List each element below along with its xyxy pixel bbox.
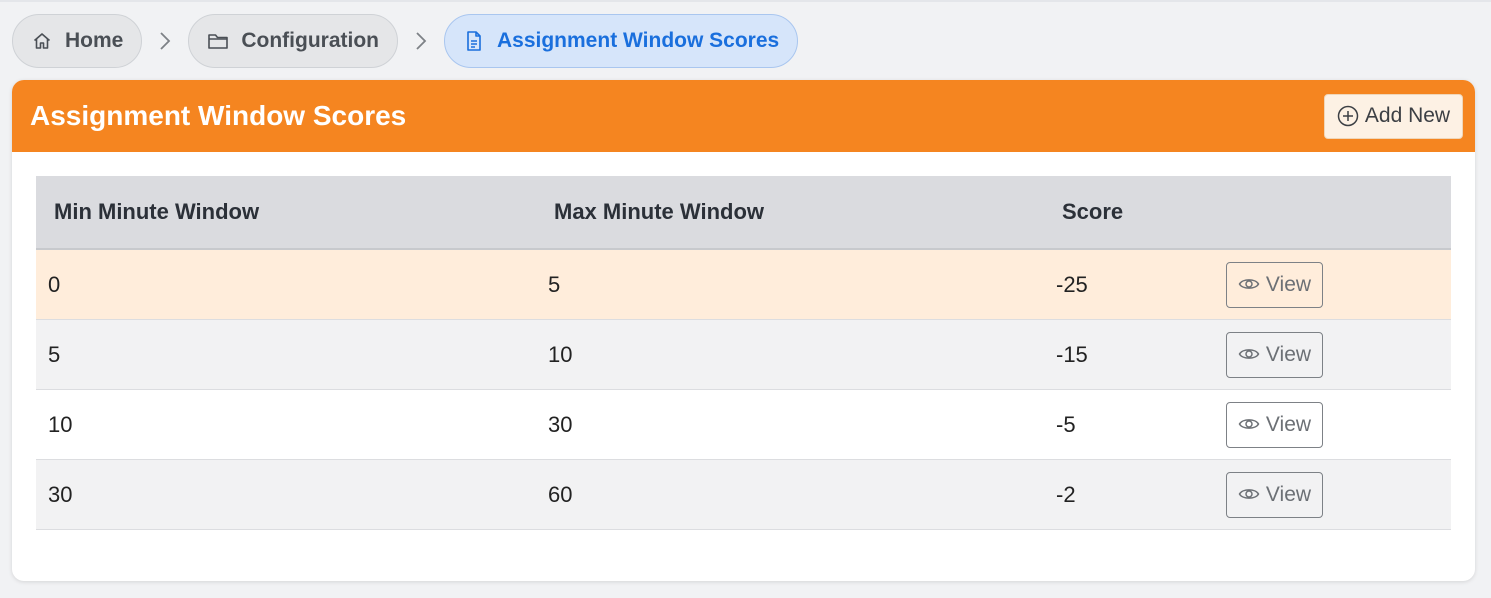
- view-label: View: [1265, 272, 1312, 296]
- table-header: Min Minute Window Max Minute Window Scor…: [36, 176, 1451, 250]
- cell-max: 5: [548, 271, 561, 297]
- cell-score: -15: [1056, 341, 1088, 367]
- eye-icon: [1238, 276, 1260, 294]
- add-new-button[interactable]: Add New: [1324, 93, 1463, 139]
- eye-icon: [1238, 346, 1260, 364]
- home-icon: [31, 30, 53, 52]
- chevron-right-icon: [398, 30, 444, 52]
- cell-actions: View: [1226, 331, 1451, 378]
- breadcrumb-current-label: Assignment Window Scores: [497, 29, 780, 52]
- table-row[interactable]: 0 5 -25 View: [36, 250, 1451, 320]
- view-label: View: [1265, 482, 1312, 506]
- scores-table: Min Minute Window Max Minute Window Scor…: [36, 176, 1451, 530]
- chevron-right-icon: [142, 30, 188, 52]
- cell-max: 10: [548, 341, 573, 367]
- top-border: [0, 0, 1491, 2]
- table-row[interactable]: 5 10 -15 View: [36, 320, 1451, 390]
- view-button[interactable]: View: [1226, 261, 1323, 308]
- assignment-window-scores-card: Assignment Window Scores Add New Min Min…: [12, 80, 1475, 581]
- view-button[interactable]: View: [1226, 471, 1323, 518]
- cell-max: 30: [548, 411, 573, 437]
- add-new-label: Add New: [1364, 104, 1451, 127]
- column-header-score: Score: [1062, 199, 1124, 224]
- cell-score: -5: [1056, 411, 1076, 437]
- breadcrumb: Home Configuration Assignment Window Sco…: [12, 14, 799, 68]
- breadcrumb-current-page[interactable]: Assignment Window Scores: [444, 14, 799, 68]
- column-header-min: Min Minute Window: [54, 199, 260, 224]
- cell-min: 30: [48, 481, 73, 507]
- cell-min: 5: [48, 341, 61, 367]
- cell-actions: View: [1226, 401, 1451, 448]
- cell-actions: View: [1226, 261, 1451, 308]
- cell-score: -2: [1056, 481, 1076, 507]
- page-title: Assignment Window Scores: [30, 100, 407, 131]
- breadcrumb-home-label: Home: [65, 29, 124, 52]
- cell-actions: View: [1226, 471, 1451, 518]
- cell-max: 60: [548, 481, 573, 507]
- view-label: View: [1265, 412, 1312, 436]
- cell-min: 10: [48, 411, 73, 437]
- view-label: View: [1265, 342, 1312, 366]
- view-button[interactable]: View: [1226, 401, 1323, 448]
- column-header-max: Max Minute Window: [554, 199, 765, 224]
- eye-icon: [1238, 486, 1260, 504]
- breadcrumb-configuration-label: Configuration: [241, 29, 379, 52]
- cell-min: 0: [48, 271, 61, 297]
- document-icon: [463, 30, 485, 52]
- table-row[interactable]: 30 60 -2 View: [36, 460, 1451, 530]
- view-button[interactable]: View: [1226, 331, 1323, 378]
- card-header: Assignment Window Scores Add New: [12, 80, 1475, 152]
- breadcrumb-home[interactable]: Home: [12, 14, 143, 68]
- folder-icon: [207, 30, 229, 52]
- breadcrumb-configuration[interactable]: Configuration: [188, 14, 398, 68]
- cell-score: -25: [1056, 271, 1088, 297]
- plus-circle-icon: [1337, 105, 1359, 127]
- table-row[interactable]: 10 30 -5 View: [36, 390, 1451, 460]
- eye-icon: [1238, 416, 1260, 434]
